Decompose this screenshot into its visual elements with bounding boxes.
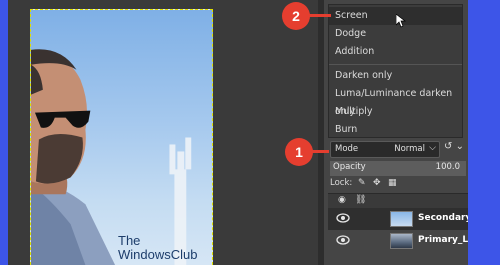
chevron-down-icon[interactable]: ⌄ bbox=[456, 141, 464, 152]
mode-label: Mode bbox=[335, 144, 359, 154]
callout-badge-1: 1 bbox=[285, 138, 313, 166]
brush-icon[interactable]: ✎ bbox=[358, 178, 366, 188]
lock-label: Lock: bbox=[330, 178, 353, 188]
blend-mode-darken-only[interactable]: Darken only bbox=[329, 67, 462, 85]
layer-thumbnail bbox=[390, 233, 413, 249]
opacity-label: Opacity bbox=[333, 162, 366, 172]
mode-value: Normal bbox=[394, 144, 425, 154]
blend-mode-multiply[interactable]: Multiply bbox=[329, 103, 462, 121]
eye-icon[interactable] bbox=[336, 212, 350, 224]
layer-name[interactable]: Primary_Layer bbox=[418, 235, 468, 245]
layer-row-secondary[interactable]: Secondary_La bbox=[328, 208, 468, 230]
chain-icon[interactable]: ⛓ bbox=[355, 195, 366, 205]
lock-row: Lock: ✎ ✥ ▦ bbox=[330, 178, 466, 192]
mouse-cursor-icon bbox=[396, 14, 406, 28]
canvas-area[interactable]: The WindowsClub bbox=[8, 0, 318, 265]
move-icon[interactable]: ✥ bbox=[373, 178, 381, 188]
layers-sidebar: Screen Dodge Addition Darken only Luma/L… bbox=[326, 0, 468, 265]
checker-icon[interactable]: ▦ bbox=[388, 178, 397, 188]
eye-icon[interactable]: ◉ bbox=[338, 195, 346, 205]
blend-mode-burn[interactable]: Burn bbox=[329, 121, 462, 139]
layer-list-header: ◉ ⛓ bbox=[328, 193, 468, 209]
photo-man-with-sunglasses bbox=[31, 49, 192, 265]
canvas-image[interactable]: The WindowsClub bbox=[30, 9, 213, 265]
layer-name[interactable]: Secondary_La bbox=[418, 213, 468, 223]
eye-icon[interactable] bbox=[336, 234, 350, 246]
blend-mode-luma-darken-only[interactable]: Luma/Luminance darken only bbox=[329, 85, 462, 117]
blend-mode-addition[interactable]: Addition bbox=[329, 43, 462, 61]
opacity-slider[interactable]: Opacity 100.0 bbox=[330, 161, 466, 176]
reset-icon[interactable]: ↺ bbox=[444, 141, 452, 152]
layer-thumbnail bbox=[390, 211, 413, 227]
chevron-down-icon: ⌵ bbox=[429, 143, 436, 153]
menu-separator bbox=[329, 64, 462, 65]
layer-row-primary[interactable]: Primary_Layer bbox=[328, 230, 468, 252]
panel-divider[interactable] bbox=[318, 0, 324, 265]
mode-reset-controls[interactable]: ↺ ⌄ bbox=[444, 141, 464, 152]
watermark: The WindowsClub bbox=[118, 234, 197, 262]
watermark-line2: WindowsClub bbox=[118, 247, 198, 262]
callout-badge-2: 2 bbox=[282, 2, 310, 30]
watermark-line1: The bbox=[118, 233, 141, 248]
gimp-window: The WindowsClub ⋮ Screen Dodge Addition … bbox=[8, 0, 468, 265]
mode-select[interactable]: Mode Normal ⌵ bbox=[330, 141, 440, 158]
opacity-value: 100.0 bbox=[435, 162, 460, 172]
